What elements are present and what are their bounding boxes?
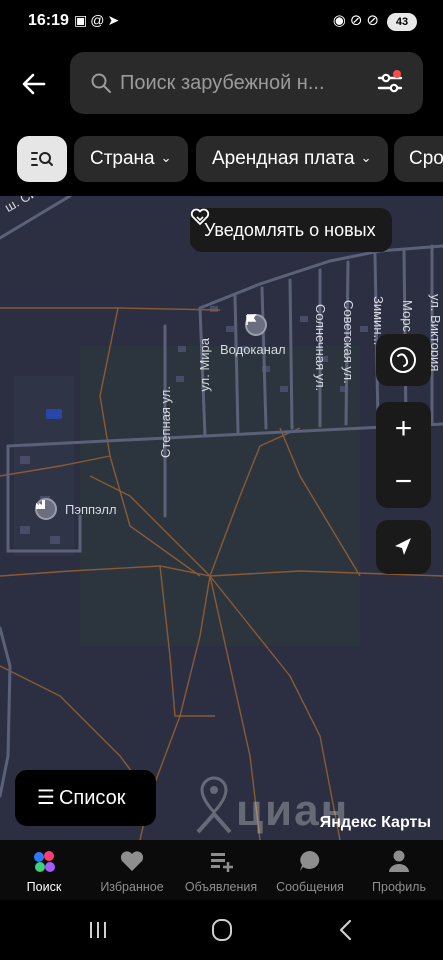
nav-search[interactable]: Поиск <box>0 840 88 900</box>
notify-new-button[interactable]: Уведомлять о новых <box>190 208 392 252</box>
heart-bell-icon <box>190 208 210 225</box>
nav-label: Избранное <box>100 880 164 894</box>
profile-icon <box>389 850 409 872</box>
location-arrow-icon <box>395 538 411 555</box>
chip-term[interactable]: Сро <box>394 136 443 182</box>
zoom-out-button[interactable]: − <box>376 455 431 508</box>
status-time: 16:19 <box>28 12 69 29</box>
list-icon: ☰ <box>37 787 55 809</box>
system-navigation-bar <box>0 900 443 960</box>
poi-vodokanal[interactable] <box>245 314 267 336</box>
poi-label: Водоканал <box>220 342 286 357</box>
nav-label: Объявления <box>184 880 258 894</box>
search-icon <box>91 73 111 93</box>
chat-icon <box>300 851 320 871</box>
chevron-down-icon: ⌄ <box>160 150 172 165</box>
zoom-in-button[interactable]: + <box>376 402 431 455</box>
list-view-label: Список <box>58 787 126 809</box>
list-search-icon <box>31 152 53 166</box>
poi-peppell[interactable]: Пэппэлл <box>35 498 117 520</box>
map-provider-label: Яндекс Карты <box>319 814 431 831</box>
poi-label: Пэппэлл <box>65 501 117 517</box>
list-view-button[interactable]: ☰ Список <box>15 770 156 826</box>
nav-profile[interactable]: Профиль <box>355 840 443 900</box>
filter-button[interactable] <box>375 68 405 98</box>
back-button[interactable] <box>16 66 52 102</box>
zoom-controls: + − <box>376 402 431 508</box>
nav-label: Поиск <box>26 880 62 894</box>
map-view[interactable]: ш. Симф ул. Мира Степная ул. Солнечная у… <box>0 196 443 840</box>
notification-icons: ▣@➤ <box>74 12 123 28</box>
nav-label: Профиль <box>372 880 426 894</box>
chip-country[interactable]: Страна ⌄ <box>74 136 188 182</box>
street-label: Морс <box>400 300 415 332</box>
back-nav-icon[interactable] <box>326 916 366 944</box>
arrow-left-icon <box>22 73 46 95</box>
street-label: ул. Мира <box>197 338 212 392</box>
nav-messages[interactable]: Сообщения <box>266 840 354 900</box>
search-input[interactable]: Поиск зарубежной н... <box>70 52 423 114</box>
system-status-icons: ◉⊘⊘ <box>332 12 383 29</box>
filter-chips: Страна ⌄ Арендная плата ⌄ Сро <box>0 136 443 182</box>
street-label: Советская ул. <box>341 300 356 384</box>
chevron-down-icon: ⌄ <box>360 150 372 165</box>
filter-badge <box>393 70 401 78</box>
notify-new-label: Уведомлять о новых <box>204 220 376 240</box>
home-icon[interactable] <box>202 916 242 944</box>
search-header: Поиск зарубежной н... Страна ⌄ Арендная … <box>0 44 443 196</box>
listings-icon <box>211 853 233 872</box>
map-layers-button[interactable] <box>376 334 431 386</box>
battery-indicator: 43 <box>387 13 417 31</box>
nav-label: Сообщения <box>276 880 344 894</box>
factory-icon <box>35 498 57 520</box>
heart-icon <box>120 851 144 871</box>
status-bar: 16:19 ▣@➤ ◉⊘⊘ 43 <box>0 0 443 44</box>
map-list-toggle-chip[interactable] <box>17 136 67 182</box>
route-hand-icon <box>390 347 416 373</box>
chip-country-label: Страна <box>90 148 155 169</box>
search-placeholder: Поиск зарубежной н... <box>120 72 325 94</box>
chip-term-label: Сро <box>409 148 443 169</box>
street-label: Степная ул. <box>158 386 173 458</box>
nav-listings[interactable]: Объявления <box>177 840 265 900</box>
street-label: Солнечная ул. <box>313 304 328 392</box>
my-location-button[interactable] <box>376 520 431 574</box>
nav-favorites[interactable]: Избранное <box>88 840 176 900</box>
chip-rent-label: Арендная плата <box>212 148 355 169</box>
flag-icon <box>245 314 267 336</box>
search-dots-icon <box>34 851 55 872</box>
chip-rent[interactable]: Арендная плата ⌄ <box>196 136 388 182</box>
bottom-navigation: Поиск Избранное Объявления Сообщения Про… <box>0 840 443 900</box>
recent-apps-icon[interactable] <box>78 916 118 944</box>
